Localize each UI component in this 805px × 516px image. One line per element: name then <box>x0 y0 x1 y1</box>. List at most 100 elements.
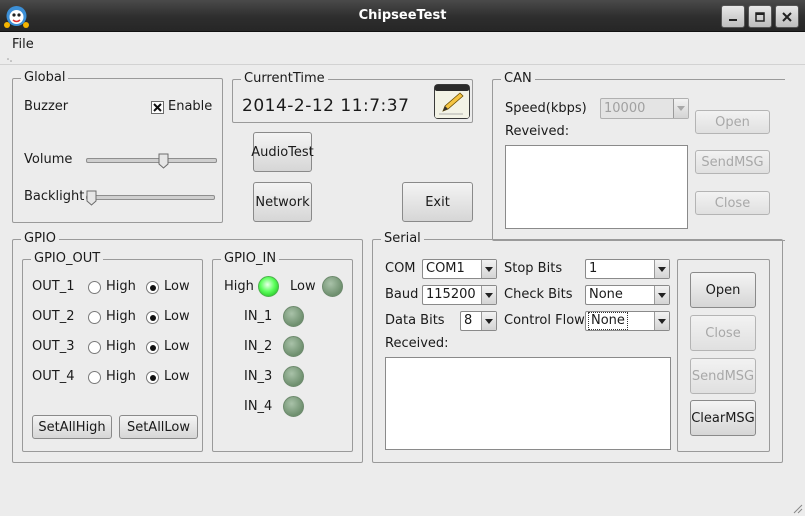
gpio-group-title: GPIO <box>21 231 59 247</box>
out-3-low-label[interactable]: Low <box>164 339 190 355</box>
buzzer-label: Buzzer <box>24 99 69 114</box>
out-3-label: OUT_3 <box>32 339 75 354</box>
out-4-low-label[interactable]: Low <box>164 369 190 385</box>
minimize-icon <box>728 12 738 22</box>
resize-grip-icon[interactable] <box>791 502 803 514</box>
chevron-down-icon <box>654 286 669 304</box>
set-all-low-button[interactable]: SetAllLow <box>119 415 198 439</box>
serial-received-label: Received: <box>385 336 449 351</box>
in-4-led <box>283 396 304 417</box>
data-bits-value: 8 <box>464 313 473 328</box>
com-value: COM1 <box>426 261 465 276</box>
can-speed-value: 10000 <box>604 100 646 116</box>
enable-checkbox[interactable] <box>151 101 164 114</box>
can-close-button[interactable]: Close <box>695 191 770 215</box>
chevron-down-icon <box>654 260 669 278</box>
check-bits-label: Check Bits <box>504 287 573 302</box>
exit-button[interactable]: Exit <box>402 182 473 222</box>
chevron-down-icon <box>481 260 496 278</box>
out-3-high-label[interactable]: High <box>106 339 136 355</box>
set-all-high-button[interactable]: SetAllHigh <box>32 415 112 439</box>
chevron-down-icon <box>673 99 688 118</box>
can-received-textarea[interactable] <box>505 145 688 229</box>
in-3-led <box>283 366 304 387</box>
serial-open-button[interactable]: Open <box>690 272 756 308</box>
toolbar-handle <box>0 55 805 65</box>
close-button[interactable] <box>775 5 799 28</box>
out-4-high-label[interactable]: High <box>106 369 136 385</box>
data-bits-select[interactable]: 8 <box>460 311 497 331</box>
out-4-label: OUT_4 <box>32 369 75 384</box>
out-4-low-radio[interactable] <box>146 371 159 384</box>
out-2-low-radio[interactable] <box>146 311 159 324</box>
in-3-label: IN_3 <box>244 369 273 384</box>
gpio-in-legend-high-label: High <box>224 279 254 294</box>
maximize-button[interactable] <box>748 5 772 28</box>
can-speed-label: Speed(kbps) <box>505 101 587 116</box>
out-2-label: OUT_2 <box>32 309 75 324</box>
backlight-slider-handle[interactable] <box>86 190 97 206</box>
control-flow-label: Control Flow <box>504 313 585 328</box>
audio-test-button[interactable]: AudioTest <box>251 132 314 172</box>
can-group-title: CAN <box>501 71 535 87</box>
out-1-low-radio[interactable] <box>146 281 159 294</box>
gpio-out-group-title: GPIO_OUT <box>31 251 104 267</box>
check-bits-value: None <box>589 287 623 302</box>
toolbar-grip-icon <box>7 58 12 62</box>
current-time-value: 2014-2-12 11:7:37 <box>242 96 410 116</box>
check-bits-select[interactable]: None <box>585 285 670 305</box>
maximize-icon <box>755 11 765 22</box>
in-4-label: IN_4 <box>244 399 273 414</box>
control-flow-value: None <box>588 312 628 330</box>
in-1-led <box>283 306 304 327</box>
out-1-high-radio[interactable] <box>88 281 101 294</box>
out-3-low-radio[interactable] <box>146 341 159 354</box>
menu-bar <box>0 33 805 55</box>
serial-send-msg-button[interactable]: SendMSG <box>690 358 756 394</box>
volume-slider[interactable] <box>86 158 217 163</box>
stop-bits-value: 1 <box>589 261 598 276</box>
out-2-low-label[interactable]: Low <box>164 309 190 325</box>
com-label: COM <box>385 261 416 276</box>
can-open-button[interactable]: Open <box>695 110 770 134</box>
stop-bits-select[interactable]: 1 <box>585 259 670 279</box>
out-2-high-label[interactable]: High <box>106 309 136 325</box>
legend-high-led <box>258 276 279 297</box>
close-icon <box>782 11 792 22</box>
network-button[interactable]: Network <box>253 182 312 222</box>
backlight-slider[interactable] <box>86 195 215 200</box>
can-speed-select[interactable]: 10000 <box>600 98 689 119</box>
chevron-down-icon <box>481 312 496 330</box>
enable-label[interactable]: Enable <box>168 99 212 115</box>
out-2-high-radio[interactable] <box>88 311 101 324</box>
in-1-label: IN_1 <box>244 309 273 324</box>
notepad-pencil-icon[interactable] <box>433 83 471 120</box>
serial-received-textarea[interactable] <box>385 357 671 450</box>
can-send-msg-button[interactable]: SendMSG <box>695 150 770 174</box>
serial-clear-msg-button[interactable]: ClearMSG <box>690 400 756 436</box>
global-group-title: Global <box>21 70 69 86</box>
can-received-label: Reveived: <box>505 124 570 139</box>
window-title: ChipseeTest <box>358 8 447 23</box>
in-2-led <box>283 336 304 357</box>
gpio-in-group-title: GPIO_IN <box>221 251 280 267</box>
out-3-high-radio[interactable] <box>88 341 101 354</box>
backlight-label: Backlight <box>24 189 85 204</box>
baud-select[interactable]: 115200 <box>422 285 497 305</box>
baud-label: Baud <box>385 287 419 302</box>
out-1-high-label[interactable]: High <box>106 279 136 295</box>
com-select[interactable]: COM1 <box>422 259 497 279</box>
menu-file[interactable]: File <box>12 37 34 52</box>
out-1-low-label[interactable]: Low <box>164 279 190 295</box>
volume-label: Volume <box>24 152 73 167</box>
volume-slider-handle[interactable] <box>158 153 169 169</box>
minimize-button[interactable] <box>721 5 745 28</box>
out-4-high-radio[interactable] <box>88 371 101 384</box>
serial-group-title: Serial <box>381 231 424 247</box>
control-flow-select[interactable]: None <box>585 311 670 331</box>
legend-low-led <box>322 276 343 297</box>
checkmark-x-icon <box>153 103 162 112</box>
out-1-label: OUT_1 <box>32 279 75 294</box>
serial-close-button[interactable]: Close <box>690 315 756 351</box>
stop-bits-label: Stop Bits <box>504 261 563 276</box>
